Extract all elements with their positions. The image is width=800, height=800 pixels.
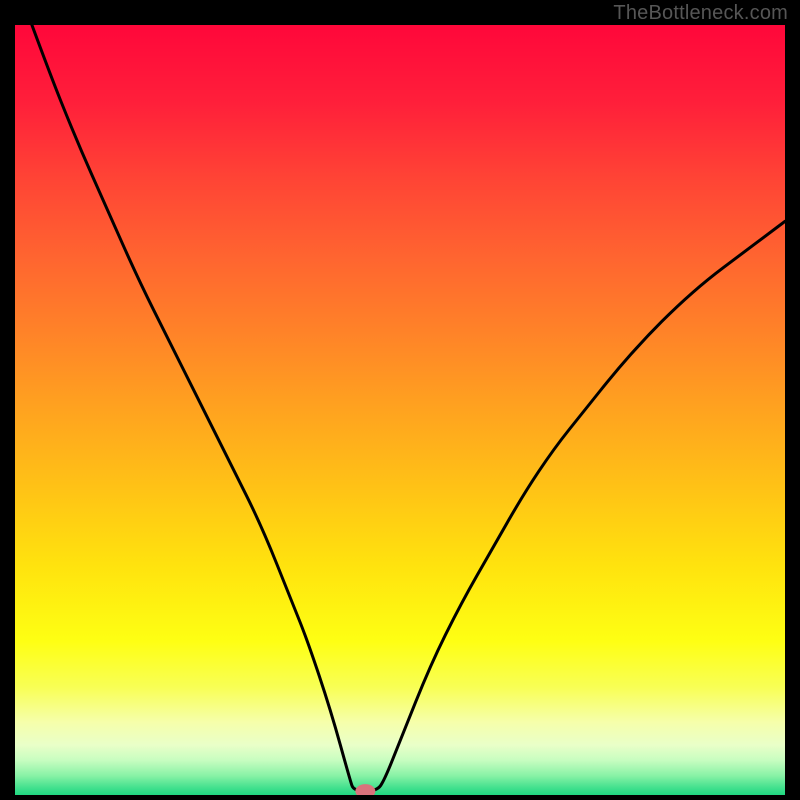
chart-background <box>15 25 785 795</box>
bottleneck-chart <box>15 25 785 795</box>
chart-frame <box>15 25 785 795</box>
watermark-text: TheBottleneck.com <box>613 2 788 25</box>
